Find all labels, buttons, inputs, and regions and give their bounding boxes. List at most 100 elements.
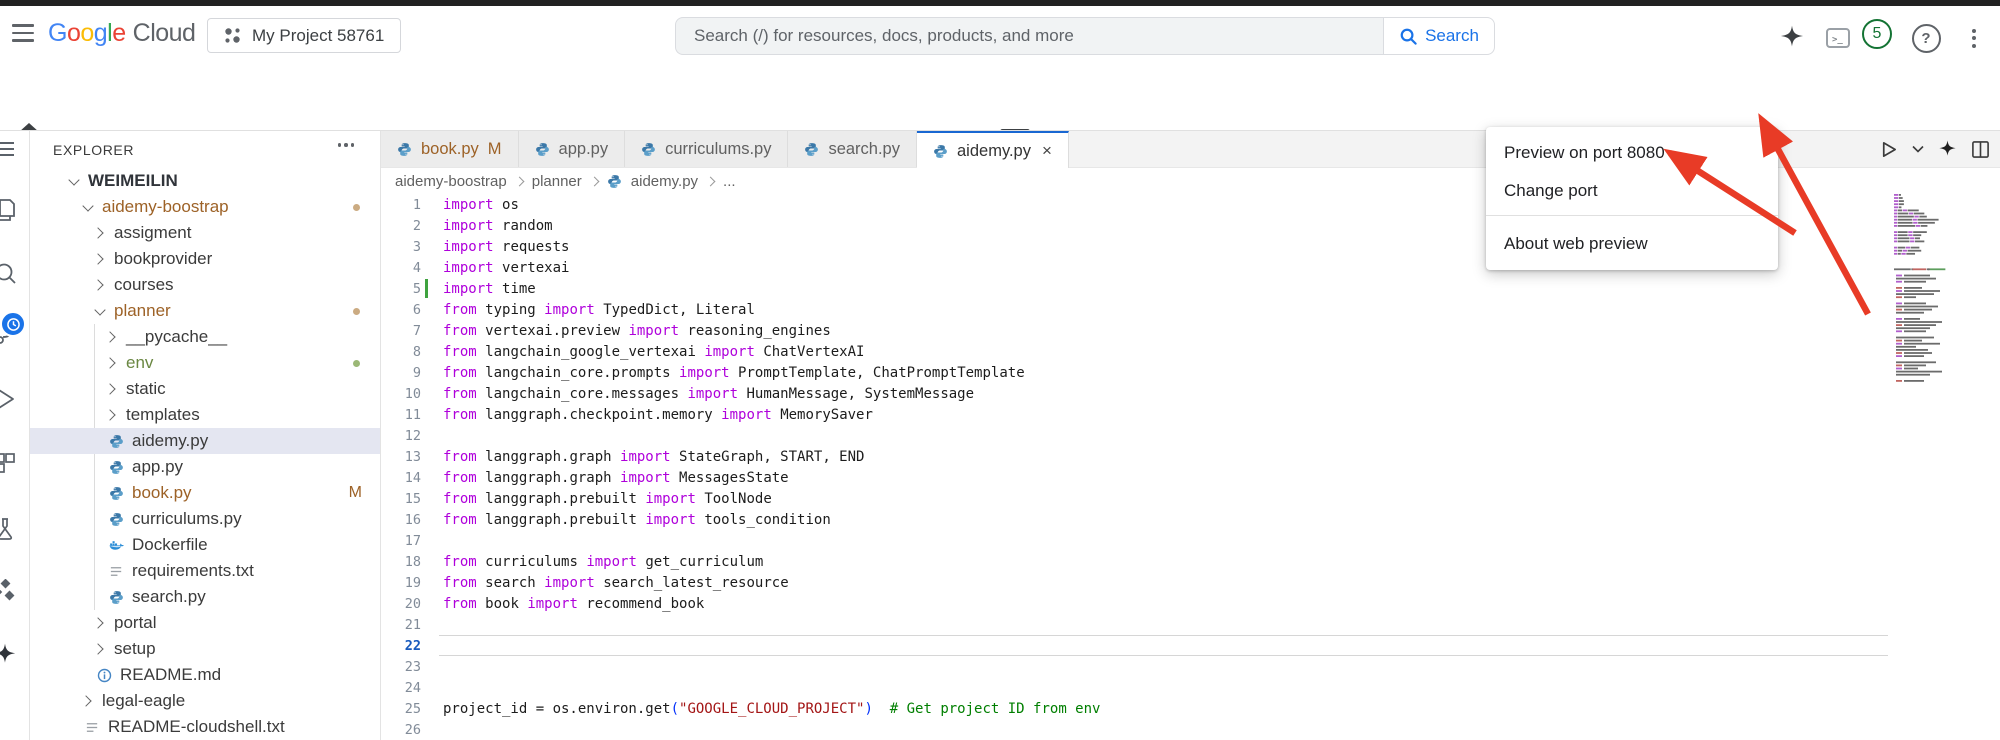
- help-icon[interactable]: ?: [1910, 22, 1942, 54]
- code-line-14[interactable]: 14from langgraph.graph import MessagesSt…: [381, 467, 2000, 488]
- tree-item-weimeilin[interactable]: WEIMEILIN: [30, 168, 380, 194]
- run-dropdown-icon[interactable]: [1912, 145, 1924, 153]
- code-line-5[interactable]: 5import time: [381, 278, 2000, 299]
- tree-item-dockerfile[interactable]: Dockerfile: [30, 532, 380, 558]
- code-line-24[interactable]: 24: [381, 677, 2000, 698]
- tree-item-bookprovider[interactable]: bookprovider: [30, 246, 380, 272]
- tree-item-planner[interactable]: planner: [30, 298, 380, 324]
- chevron-right-icon[interactable]: [92, 279, 103, 290]
- gemini-editor-icon[interactable]: [1938, 140, 1957, 159]
- tree-item-legal-eagle[interactable]: legal-eagle: [30, 688, 380, 714]
- chevron-right-icon[interactable]: [104, 357, 115, 368]
- more-options-icon[interactable]: [1958, 22, 1990, 54]
- breadcrumb-item[interactable]: aidemy-boostrap: [395, 173, 507, 190]
- code-text: import requests: [443, 239, 569, 255]
- menu-item-about-web-preview[interactable]: About web preview: [1486, 227, 1778, 261]
- search-input[interactable]: [675, 17, 1383, 55]
- breadcrumb-item[interactable]: ...: [723, 173, 736, 190]
- tab-search-py[interactable]: search.py: [788, 131, 917, 167]
- chevron-right-icon[interactable]: [92, 617, 103, 628]
- code-line-22[interactable]: 22: [381, 635, 2000, 656]
- gemini-code-assist-icon[interactable]: [0, 579, 17, 603]
- code-line-18[interactable]: 18from curriculums import get_curriculum: [381, 551, 2000, 572]
- breadcrumb-item[interactable]: planner: [532, 173, 582, 190]
- project-selector-button[interactable]: My Project 58761: [207, 18, 401, 53]
- tree-item-portal[interactable]: portal: [30, 610, 380, 636]
- tree-item-search-py[interactable]: search.py: [30, 584, 380, 610]
- code-line-10[interactable]: 10from langchain_core.messages import Hu…: [381, 383, 2000, 404]
- test-flask-icon[interactable]: [0, 516, 17, 542]
- code-line-25[interactable]: 25project_id = os.environ.get("GOOGLE_CL…: [381, 698, 2000, 719]
- chevron-right-icon[interactable]: [104, 383, 115, 394]
- code-text: import os: [443, 197, 519, 213]
- tab-curriculums-py[interactable]: curriculums.py: [625, 131, 788, 167]
- code-line-13[interactable]: 13from langgraph.graph import StateGraph…: [381, 446, 2000, 467]
- tab-book-py[interactable]: book.pyM: [381, 131, 519, 167]
- tree-item-readme-md[interactable]: README.md: [30, 662, 380, 688]
- free-trial-credit-badge[interactable]: 5: [1862, 19, 1892, 49]
- python-file-icon: [397, 142, 412, 157]
- tree-item-setup[interactable]: setup: [30, 636, 380, 662]
- chevron-right-icon[interactable]: [80, 695, 91, 706]
- tree-item-assigment[interactable]: assigment: [30, 220, 380, 246]
- tree-item-static[interactable]: static: [30, 376, 380, 402]
- menu-icon[interactable]: [0, 137, 17, 161]
- tree-item-book-py[interactable]: book.pyM: [30, 480, 380, 506]
- code-line-9[interactable]: 9from langchain_core.prompts import Prom…: [381, 362, 2000, 383]
- tree-item-courses[interactable]: courses: [30, 272, 380, 298]
- main-menu-icon[interactable]: [12, 20, 38, 46]
- tree-item-requirements-txt[interactable]: requirements.txt: [30, 558, 380, 584]
- code-editor[interactable]: 1import os2import random3import requests…: [381, 194, 2000, 740]
- extensions-icon[interactable]: [0, 451, 17, 475]
- cloud-shell-toggle-icon[interactable]: >_: [1822, 22, 1854, 54]
- line-number: 7: [381, 323, 421, 339]
- code-line-16[interactable]: 16from langgraph.prebuilt import tools_c…: [381, 509, 2000, 530]
- code-line-7[interactable]: 7from vertexai.preview import reasoning_…: [381, 320, 2000, 341]
- code-line-8[interactable]: 8from langchain_google_vertexai import C…: [381, 341, 2000, 362]
- code-line-19[interactable]: 19from search import search_latest_resou…: [381, 572, 2000, 593]
- tree-item-readme-cloudshell-txt[interactable]: README-cloudshell.txt: [30, 714, 380, 740]
- tab-aidemy-py[interactable]: aidemy.py×: [917, 131, 1069, 170]
- run-file-button[interactable]: [1879, 140, 1898, 159]
- menu-item-change-port[interactable]: Change port: [1486, 174, 1778, 208]
- code-line-11[interactable]: 11from langgraph.checkpoint.memory impor…: [381, 404, 2000, 425]
- code-line-12[interactable]: 12: [381, 425, 2000, 446]
- search-panel-icon[interactable]: [0, 261, 17, 285]
- code-line-17[interactable]: 17: [381, 530, 2000, 551]
- split-editor-icon[interactable]: [1971, 140, 1990, 159]
- gemini-sparkle-icon[interactable]: [1776, 22, 1808, 54]
- tree-item-templates[interactable]: templates: [30, 402, 380, 428]
- close-tab-icon[interactable]: ×: [1042, 141, 1052, 161]
- editor-actions: [1879, 131, 1990, 167]
- chevron-down-icon[interactable]: [68, 174, 79, 185]
- explorer-more-actions-icon[interactable]: [334, 139, 359, 151]
- files-explorer-icon[interactable]: [0, 197, 17, 223]
- tree-item-aidemy-boostrap[interactable]: aidemy-boostrap: [30, 194, 380, 220]
- tab-app-py[interactable]: app.py: [519, 131, 626, 167]
- tree-item-app-py[interactable]: app.py: [30, 454, 380, 480]
- tree-item--pycache-[interactable]: __pycache__: [30, 324, 380, 350]
- code-line-20[interactable]: 20from book import recommend_book: [381, 593, 2000, 614]
- minimap[interactable]: [1892, 192, 1962, 382]
- google-cloud-logo[interactable]: Google Cloud: [48, 16, 195, 50]
- code-line-21[interactable]: 21: [381, 614, 2000, 635]
- tree-item-aidemy-py[interactable]: aidemy.py: [30, 428, 380, 454]
- code-line-15[interactable]: 15from langgraph.prebuilt import ToolNod…: [381, 488, 2000, 509]
- breadcrumb-item[interactable]: aidemy.py: [631, 173, 698, 190]
- chevron-right-icon[interactable]: [92, 227, 103, 238]
- menu-item-preview-port[interactable]: Preview on port 8080: [1486, 136, 1778, 170]
- chevron-right-icon[interactable]: [92, 643, 103, 654]
- chevron-down-icon[interactable]: [94, 304, 105, 315]
- chevron-right-icon[interactable]: [92, 253, 103, 264]
- code-line-26[interactable]: 26: [381, 719, 2000, 740]
- code-line-23[interactable]: 23: [381, 656, 2000, 677]
- chevron-right-icon[interactable]: [104, 409, 115, 420]
- tree-item-curriculums-py[interactable]: curriculums.py: [30, 506, 380, 532]
- run-debug-icon[interactable]: [0, 386, 17, 412]
- search-button[interactable]: Search: [1383, 17, 1495, 55]
- chevron-right-icon[interactable]: [104, 331, 115, 342]
- sparkle-icon[interactable]: [0, 643, 17, 667]
- code-line-6[interactable]: 6from typing import TypedDict, Literal: [381, 299, 2000, 320]
- chevron-down-icon[interactable]: [82, 200, 93, 211]
- tree-item-env[interactable]: env: [30, 350, 380, 376]
